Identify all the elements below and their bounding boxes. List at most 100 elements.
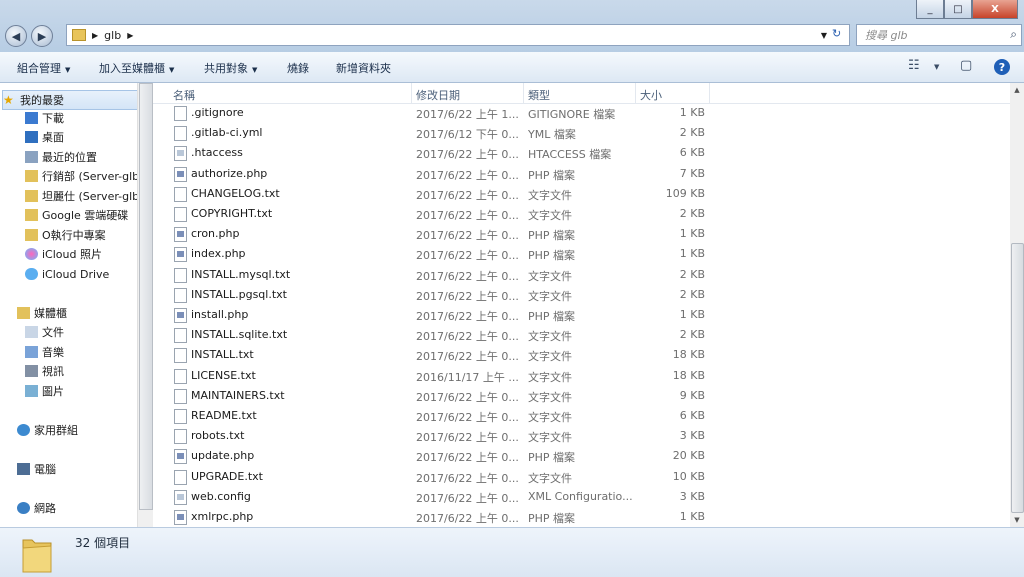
google-drive-folder-icon <box>25 209 38 221</box>
nav-download[interactable]: 下載 <box>25 109 64 127</box>
nav-network[interactable]: 網路 <box>17 499 56 517</box>
minimize-button[interactable]: _ <box>916 0 944 19</box>
nav-scrollbar[interactable] <box>137 83 153 527</box>
chevron-right-icon[interactable]: ▶ <box>92 31 98 40</box>
nav-desktop[interactable]: 桌面 <box>25 128 64 146</box>
file-row[interactable]: authorize.php 2017/6/22 上午 0... PHP 檔案 7 KB <box>153 164 1003 184</box>
share-with-button[interactable]: 共用對象 ▼ <box>204 60 257 76</box>
nav-label: 桌面 <box>42 131 64 144</box>
nav-sales-share[interactable]: 行銷部 (Server-glb <box>25 167 139 185</box>
chevron-right-icon[interactable]: ▶ <box>127 31 133 40</box>
search-input[interactable]: 搜尋 glb <box>865 27 908 43</box>
nav-recent[interactable]: 最近的位置 <box>25 148 97 166</box>
file-row[interactable]: README.txt 2017/6/22 上午 0... 文字文件 6 KB <box>153 406 1003 426</box>
file-type: GITIGNORE 檔案 <box>528 108 616 121</box>
file-row[interactable]: .htaccess 2017/6/22 上午 0... HTACCESS 檔案 6 K… <box>153 143 1003 163</box>
music-icon <box>25 346 38 358</box>
chevron-down-icon[interactable]: ▼ <box>934 63 939 71</box>
nav-favorites[interactable]: ★ 我的最愛 <box>2 90 138 110</box>
file-row[interactable]: xmlrpc.php 2017/6/22 上午 0... PHP 檔案 1 KB <box>153 507 1003 527</box>
file-size: 6 KB <box>679 146 705 160</box>
nav-tanli-share[interactable]: 坦麗仕 (Server-glb <box>25 187 139 205</box>
computer-icon <box>17 463 30 475</box>
file-size: 109 KB <box>665 186 705 200</box>
file-icon <box>174 126 187 142</box>
nav-google-drive[interactable]: Google 雲端硬碟 <box>25 206 128 224</box>
column-header-size[interactable]: 大小 <box>640 87 662 103</box>
php-file-icon <box>174 449 187 465</box>
file-row[interactable]: robots.txt 2017/6/22 上午 0... 文字文件 3 KB <box>153 426 1003 446</box>
nav-label: 電腦 <box>34 463 56 476</box>
file-row[interactable]: cron.php 2017/6/22 上午 0... PHP 檔案 1 KB <box>153 224 1003 244</box>
nav-scroll-thumb[interactable] <box>139 83 153 510</box>
search-icon[interactable]: ⌕ <box>1010 27 1017 42</box>
column-divider[interactable] <box>635 83 636 103</box>
file-row[interactable]: .gitignore 2017/6/22 上午 1... GITIGNORE 檔案 1… <box>153 103 1003 123</box>
file-list-scroll-thumb[interactable] <box>1011 243 1024 513</box>
address-bar[interactable]: ▶ glb ▶ ▼ ↻ <box>66 24 850 46</box>
chevron-down-icon[interactable]: ▼ <box>821 31 827 40</box>
scroll-up-icon[interactable]: ▲ <box>1010 83 1024 97</box>
column-divider[interactable] <box>709 83 710 103</box>
organize-button[interactable]: 組合管理 ▼ <box>17 60 70 76</box>
file-row[interactable]: UPGRADE.txt 2017/6/22 上午 0... 文字文件 10 KB <box>153 467 1003 487</box>
file-date: 2017/6/22 上午 0... <box>416 310 519 323</box>
back-button[interactable]: ◀ <box>5 25 27 47</box>
scroll-down-icon[interactable]: ▼ <box>1010 513 1024 527</box>
forward-button[interactable]: ▶ <box>31 25 53 47</box>
help-icon[interactable]: ? <box>994 59 1010 75</box>
maximize-button[interactable]: □ <box>944 0 972 19</box>
file-list-scrollbar[interactable]: ▲ ▼ <box>1010 83 1024 527</box>
file-type: 文字文件 <box>528 209 572 222</box>
nav-pictures[interactable]: 圖片 <box>25 382 64 400</box>
nav-o-projects[interactable]: O執行中專案 <box>25 226 106 244</box>
nav-documents[interactable]: 文件 <box>25 323 64 341</box>
file-row[interactable]: update.php 2017/6/22 上午 0... PHP 檔案 20 KB <box>153 446 1003 466</box>
file-name: index.php <box>191 247 246 261</box>
burn-button[interactable]: 燒錄 <box>287 60 309 76</box>
file-row[interactable]: .gitlab-ci.yml 2017/6/12 下午 0... YML 檔案 2 K… <box>153 123 1003 143</box>
file-type: PHP 檔案 <box>528 229 576 243</box>
nav-icloud-drive[interactable]: iCloud Drive <box>25 265 109 283</box>
file-row[interactable]: INSTALL.mysql.txt 2017/6/22 上午 0... 文字文件 2 … <box>153 265 1003 285</box>
close-button[interactable]: X <box>972 0 1018 19</box>
file-row[interactable]: INSTALL.pgsql.txt 2017/6/22 上午 0... 文字文件 2 … <box>153 285 1003 305</box>
column-divider[interactable] <box>523 83 524 103</box>
file-row[interactable]: CHANGELOG.txt 2017/6/22 上午 0... 文字文件 109 KB <box>153 184 1003 204</box>
search-box[interactable]: 搜尋 glb ⌕ <box>856 24 1022 46</box>
nav-videos[interactable]: 視訊 <box>25 362 64 380</box>
nav-homegroup[interactable]: 家用群組 <box>17 421 78 439</box>
file-date: 2017/6/22 上午 0... <box>416 411 519 424</box>
download-folder-icon <box>25 112 38 124</box>
view-options-icon[interactable]: ☷ <box>908 58 920 73</box>
file-row[interactable]: web.config 2017/6/22 上午 0... XML Configura… <box>153 487 1003 507</box>
refresh-icon[interactable]: ↻ <box>832 27 846 41</box>
include-in-library-button[interactable]: 加入至媒體櫃 ▼ <box>99 60 174 76</box>
file-type: XML Configuratio... <box>528 489 633 503</box>
file-name: .htaccess <box>191 146 243 160</box>
file-type: 文字文件 <box>528 330 572 344</box>
file-row[interactable]: MAINTAINERS.txt 2017/6/22 上午 0... 文字文件 9 KB <box>153 386 1003 406</box>
file-row[interactable]: COPYRIGHT.txt 2017/6/22 上午 0... 文字文件 2 KB <box>153 204 1003 224</box>
column-header-type[interactable]: 類型 <box>528 87 550 103</box>
file-row[interactable]: index.php 2017/6/22 上午 0... PHP 檔案 1 KB <box>153 244 1003 264</box>
file-row[interactable]: install.php 2017/6/22 上午 0... PHP 檔案 1 KB <box>153 305 1003 325</box>
nav-libraries[interactable]: 媒體櫃 <box>17 304 67 322</box>
preview-pane-icon[interactable]: ▢ <box>960 58 972 73</box>
column-divider[interactable] <box>411 83 412 103</box>
column-header-name[interactable]: 名稱 <box>173 87 195 103</box>
libraries-icon <box>17 307 30 319</box>
php-file-icon <box>174 308 187 323</box>
column-header-date[interactable]: 修改日期 <box>416 87 460 103</box>
nav-computer[interactable]: 電腦 <box>17 460 56 478</box>
file-row[interactable]: INSTALL.txt 2017/6/22 上午 0... 文字文件 18 KB <box>153 345 1003 365</box>
new-folder-button[interactable]: 新增資料夾 <box>336 60 391 76</box>
nav-icloud-photos[interactable]: iCloud 照片 <box>25 245 102 263</box>
nav-music[interactable]: 音樂 <box>25 343 64 361</box>
file-date: 2017/6/22 上午 0... <box>416 168 519 182</box>
file-icon <box>174 106 187 121</box>
file-date: 2017/6/22 上午 0... <box>416 512 519 525</box>
breadcrumb-glb[interactable]: glb <box>104 29 121 42</box>
file-row[interactable]: INSTALL.sqlite.txt 2017/6/22 上午 0... 文字文件 2… <box>153 325 1003 345</box>
file-row[interactable]: LICENSE.txt 2016/11/17 上午 ... 文字文件 18 KB <box>153 366 1003 386</box>
